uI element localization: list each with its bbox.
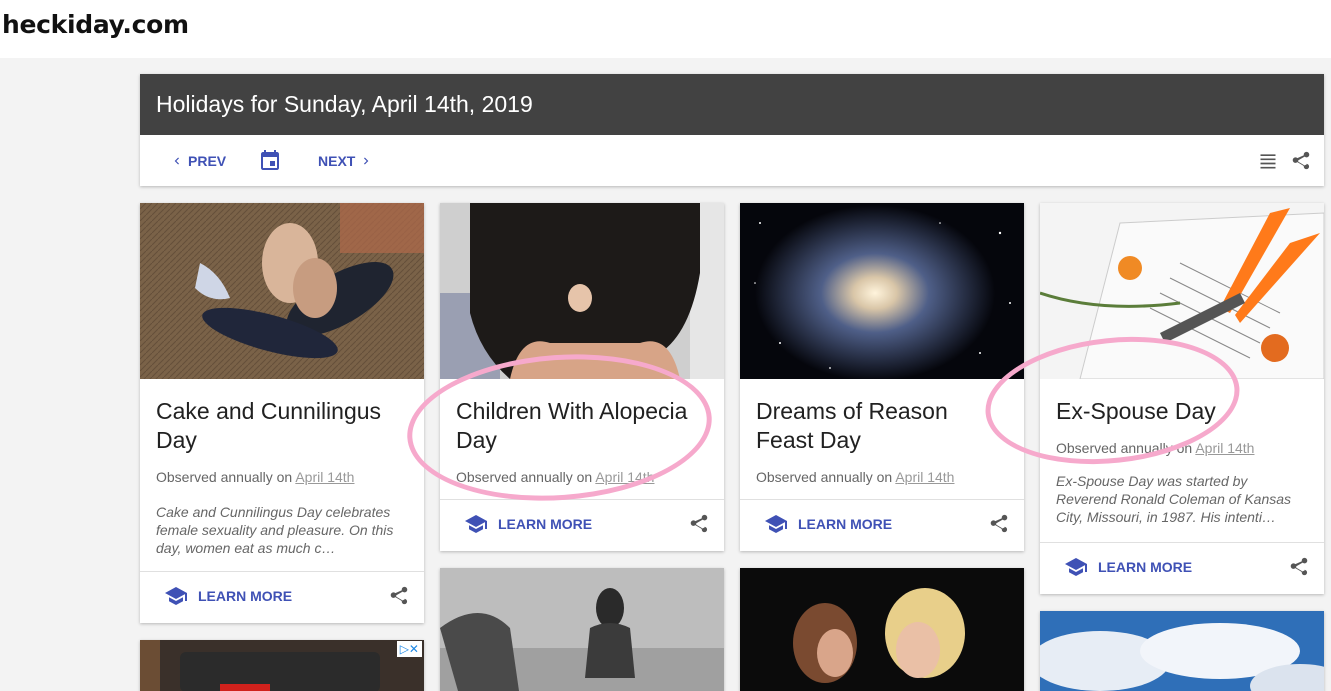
marriage-certificate-photo bbox=[1040, 203, 1324, 379]
ad-card[interactable]: ▷✕ bbox=[140, 640, 424, 691]
holiday-card[interactable] bbox=[1040, 611, 1324, 691]
share-icon bbox=[690, 514, 708, 533]
header-actions bbox=[1258, 135, 1312, 186]
list-icon bbox=[1260, 153, 1276, 168]
learn-more-button[interactable]: LEARN MORE bbox=[464, 514, 592, 534]
graduation-cap-icon bbox=[165, 587, 187, 605]
holiday-card: Cake and Cunnilingus Day Observed annual… bbox=[140, 203, 424, 623]
observed-text: Observed annually on April 14th bbox=[756, 469, 955, 485]
holiday-description: Ex-Spouse Day was started by Reverend Ro… bbox=[1056, 473, 1292, 525]
galaxy-photo bbox=[740, 203, 1024, 379]
holiday-image bbox=[440, 568, 724, 691]
graduation-cap-icon bbox=[765, 515, 787, 533]
holiday-title[interactable]: Cake and Cunnilingus Day bbox=[156, 397, 408, 455]
holiday-title[interactable]: Ex-Spouse Day bbox=[1056, 397, 1308, 426]
next-label: NEXT bbox=[318, 152, 356, 169]
next-button[interactable]: NEXT bbox=[318, 135, 373, 186]
holiday-image bbox=[740, 568, 1024, 691]
prev-label: PREV bbox=[188, 152, 227, 169]
share-icon bbox=[990, 514, 1008, 533]
learn-more-button[interactable]: LEARN MORE bbox=[1064, 557, 1192, 577]
holiday-title[interactable]: Dreams of Reason Feast Day bbox=[756, 397, 1008, 455]
card-actions: LEARN MORE bbox=[440, 499, 724, 551]
couple-photo bbox=[140, 203, 424, 379]
card-actions: LEARN MORE bbox=[140, 571, 424, 623]
card-actions: LEARN MORE bbox=[1040, 542, 1324, 594]
share-icon bbox=[1290, 557, 1308, 576]
share-icon bbox=[1292, 151, 1310, 169]
date-panel: Holidays for Sunday, April 14th, 2019 PR… bbox=[140, 74, 1324, 186]
page-title: Holidays for Sunday, April 14th, 2019 bbox=[140, 74, 1324, 135]
holiday-image[interactable] bbox=[140, 203, 424, 379]
holiday-image[interactable] bbox=[440, 203, 724, 379]
share-button[interactable] bbox=[1290, 150, 1312, 172]
top-bar: heckiday.com bbox=[0, 0, 1331, 58]
share-icon bbox=[390, 586, 408, 605]
chevron-left-icon bbox=[174, 157, 179, 164]
ad-choices-badge[interactable]: ▷✕ bbox=[396, 641, 422, 657]
date-link[interactable]: April 14th bbox=[295, 469, 354, 485]
learn-more-button[interactable]: LEARN MORE bbox=[764, 514, 892, 534]
date-link[interactable]: April 14th bbox=[1195, 440, 1254, 456]
card-actions: LEARN MORE bbox=[740, 499, 1024, 551]
site-title[interactable]: heckiday.com bbox=[2, 10, 189, 39]
share-button[interactable] bbox=[1288, 556, 1310, 583]
graduation-cap-icon bbox=[1065, 558, 1087, 576]
holiday-title[interactable]: Children With Alopecia Day bbox=[456, 397, 708, 455]
date-nav: PREV NEXT bbox=[140, 135, 1324, 186]
holiday-card[interactable] bbox=[440, 568, 724, 691]
date-link[interactable]: April 14th bbox=[895, 469, 954, 485]
holiday-description: Cake and Cunnilingus Day celebrates fema… bbox=[156, 504, 394, 556]
holiday-card: Children With Alopecia Day Observed annu… bbox=[440, 203, 724, 551]
holiday-image bbox=[1040, 611, 1324, 691]
calendar-icon bbox=[261, 149, 279, 170]
date-link[interactable]: April 14th bbox=[595, 469, 654, 485]
graduation-cap-icon bbox=[465, 515, 487, 533]
observed-text: Observed annually on April 14th bbox=[1056, 440, 1255, 456]
observed-text: Observed annually on April 14th bbox=[156, 469, 355, 485]
share-button[interactable] bbox=[988, 513, 1010, 540]
alopecia-photo bbox=[440, 203, 724, 379]
ad-image bbox=[140, 640, 424, 691]
observed-text: Observed annually on April 14th bbox=[456, 469, 655, 485]
holiday-card: Ex-Spouse Day Observed annually on April… bbox=[1040, 203, 1324, 594]
share-button[interactable] bbox=[388, 585, 410, 612]
learn-more-button[interactable]: LEARN MORE bbox=[164, 586, 292, 606]
share-button[interactable] bbox=[688, 513, 710, 540]
prev-button[interactable]: PREV bbox=[170, 135, 226, 186]
holiday-card: Dreams of Reason Feast Day Observed annu… bbox=[740, 203, 1024, 551]
calendar-button[interactable] bbox=[258, 135, 282, 186]
holiday-image[interactable] bbox=[1040, 203, 1324, 379]
holiday-image[interactable] bbox=[740, 203, 1024, 379]
list-view-button[interactable] bbox=[1258, 151, 1278, 171]
holiday-card[interactable] bbox=[740, 568, 1024, 691]
chevron-right-icon bbox=[364, 157, 369, 164]
